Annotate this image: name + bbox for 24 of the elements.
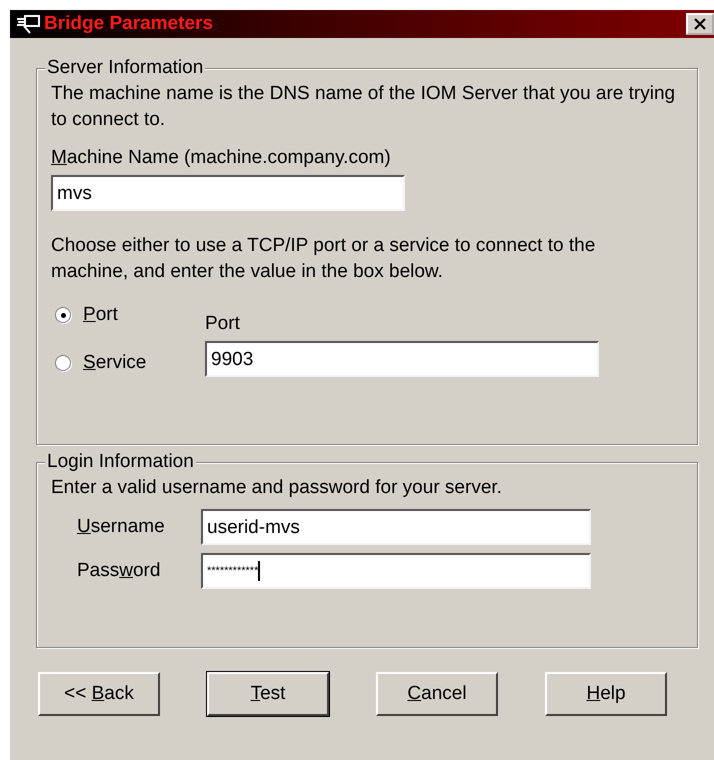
instruction-text: Choose either to use a TCP/IP port or a service to connect to the machine, and enter the value in the box below. [51,234,596,284]
radio-button[interactable] [55,307,71,323]
machine-name-field[interactable]: mvs [51,175,405,211]
app-icon [16,14,42,34]
description-text: The machine name is the DNS name of the IOM Server that you are trying to connect to. [51,82,676,132]
port-field[interactable]: 9903 [205,341,599,377]
radio-button[interactable] [55,355,71,371]
dialog-button[interactable]: Help [545,672,667,716]
field-label: Machine Name (machine.company.com) [51,147,392,169]
dialog-button[interactable]: Cancel [376,672,498,716]
radio-label[interactable]: Port [83,304,118,326]
dialog-button[interactable]: << Back [38,672,160,716]
group-title: Login Information [45,451,196,473]
close-icon [693,18,707,30]
field-label: Password [76,560,162,582]
password-field[interactable]: ************ [201,553,591,589]
close-button[interactable] [686,13,714,35]
dialog-button[interactable]: Test [207,672,329,716]
field-label: Port [205,313,241,335]
radio-label[interactable]: Service [83,352,146,374]
description-text: Enter a valid username and password for your server. [51,476,503,500]
field-label: Username [76,516,166,538]
username-field[interactable]: userid-mvs [201,509,591,545]
window-title: Bridge Parameters [44,13,214,35]
